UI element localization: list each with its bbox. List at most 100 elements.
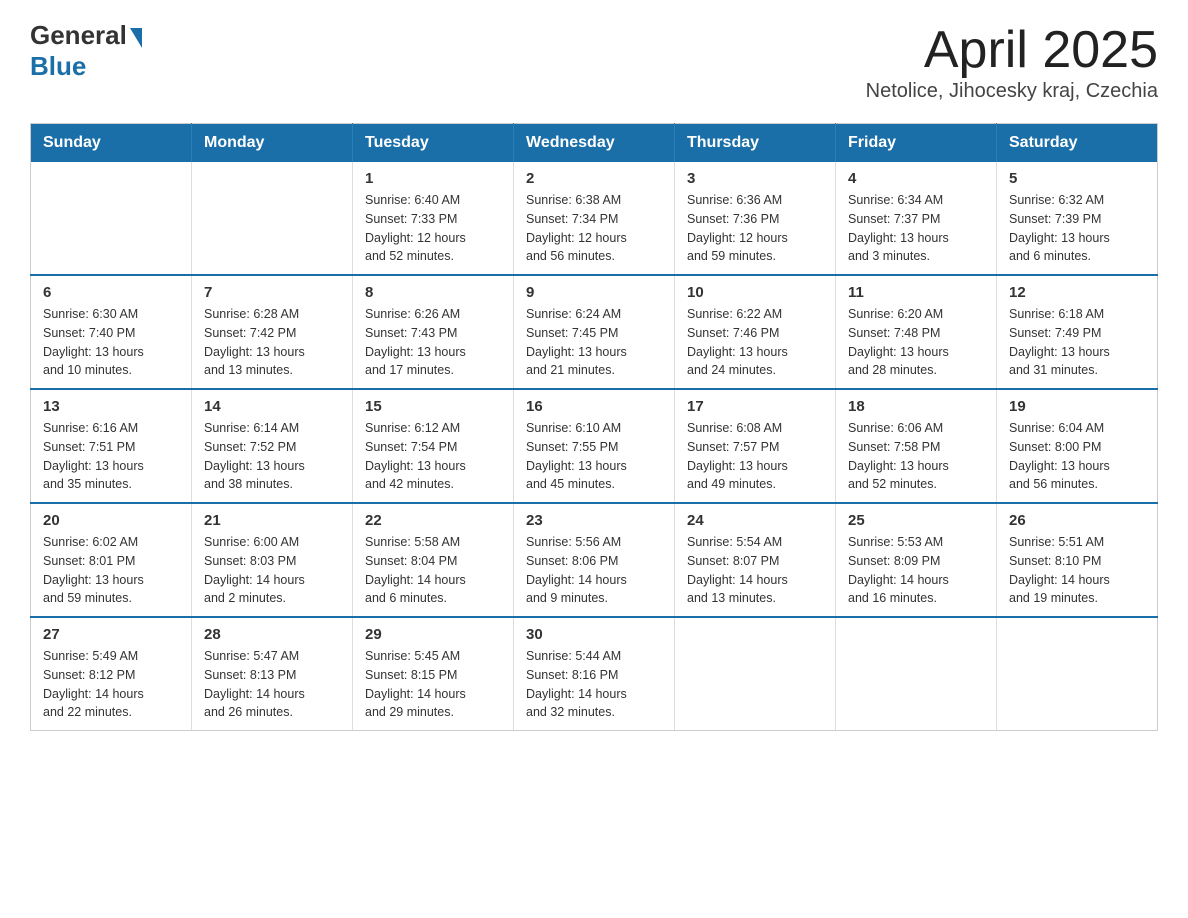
calendar-cell: 21Sunrise: 6:00 AMSunset: 8:03 PMDayligh…	[192, 503, 353, 617]
calendar-week-row: 13Sunrise: 6:16 AMSunset: 7:51 PMDayligh…	[31, 389, 1158, 503]
day-number: 26	[1009, 512, 1145, 529]
calendar-week-row: 27 Sunrise: 5:49 AMSunset: 8:12 PMDayligh…	[31, 617, 1158, 731]
day-number: 19	[1009, 398, 1145, 415]
calendar-cell	[192, 162, 353, 275]
weekday-header-saturday: Saturday	[997, 124, 1158, 163]
day-info: Sunrise: 6:18 AMSunset: 7:49 PMDaylight:…	[1009, 305, 1145, 380]
day-number: 8	[365, 284, 501, 301]
calendar-cell: 9 Sunrise: 6:24 AMSunset: 7:45 PMDaylight…	[514, 275, 675, 389]
day-info: Sunrise: 5:49 AMSunset: 8:12 PMDaylight:…	[43, 647, 179, 722]
day-info: Sunrise: 6:06 AMSunset: 7:58 PMDaylight:…	[848, 419, 984, 494]
day-info: Sunrise: 6:22 AMSunset: 7:46 PMDaylight:…	[687, 305, 823, 380]
day-number: 11	[848, 284, 984, 301]
location-subtitle: Netolice, Jihocesky kraj, Czechia	[866, 80, 1158, 103]
day-number: 22	[365, 512, 501, 529]
day-number: 27	[43, 626, 179, 643]
calendar-cell: 6Sunrise: 6:30 AMSunset: 7:40 PMDaylight…	[31, 275, 192, 389]
day-info: Sunrise: 6:30 AMSunset: 7:40 PMDaylight:…	[43, 305, 179, 380]
logo-general-text: General	[30, 20, 127, 51]
calendar-cell: 27 Sunrise: 5:49 AMSunset: 8:12 PMDayligh…	[31, 617, 192, 731]
calendar-table: SundayMondayTuesdayWednesdayThursdayFrid…	[30, 123, 1158, 731]
calendar-cell: 1 Sunrise: 6:40 AMSunset: 7:33 PMDaylight…	[353, 162, 514, 275]
day-number: 14	[204, 398, 340, 415]
calendar-cell	[675, 617, 836, 731]
day-number: 30	[526, 626, 662, 643]
day-info: Sunrise: 6:34 AMSunset: 7:37 PMDaylight:…	[848, 191, 984, 266]
day-info: Sunrise: 6:10 AMSunset: 7:55 PMDaylight:…	[526, 419, 662, 494]
weekday-header-row: SundayMondayTuesdayWednesdayThursdayFrid…	[31, 124, 1158, 163]
day-info: Sunrise: 5:56 AMSunset: 8:06 PMDaylight:…	[526, 533, 662, 608]
weekday-header-thursday: Thursday	[675, 124, 836, 163]
day-info: Sunrise: 6:40 AMSunset: 7:33 PMDaylight:…	[365, 191, 501, 266]
day-number: 2	[526, 170, 662, 187]
day-number: 16	[526, 398, 662, 415]
day-info: Sunrise: 5:51 AMSunset: 8:10 PMDaylight:…	[1009, 533, 1145, 608]
day-number: 20	[43, 512, 179, 529]
day-number: 23	[526, 512, 662, 529]
day-info: Sunrise: 6:28 AMSunset: 7:42 PMDaylight:…	[204, 305, 340, 380]
day-number: 1	[365, 170, 501, 187]
calendar-cell: 28 Sunrise: 5:47 AMSunset: 8:13 PMDayligh…	[192, 617, 353, 731]
calendar-cell: 4 Sunrise: 6:34 AMSunset: 7:37 PMDaylight…	[836, 162, 997, 275]
main-title: April 2025	[866, 20, 1158, 80]
logo-triangle-icon	[130, 28, 142, 48]
weekday-header-monday: Monday	[192, 124, 353, 163]
calendar-cell: 24 Sunrise: 5:54 AMSunset: 8:07 PMDayligh…	[675, 503, 836, 617]
day-number: 21	[204, 512, 340, 529]
page-header: General Blue April 2025 Netolice, Jihoce…	[30, 20, 1158, 103]
calendar-cell: 2 Sunrise: 6:38 AMSunset: 7:34 PMDaylight…	[514, 162, 675, 275]
day-info: Sunrise: 6:38 AMSunset: 7:34 PMDaylight:…	[526, 191, 662, 266]
calendar-cell: 14 Sunrise: 6:14 AMSunset: 7:52 PMDayligh…	[192, 389, 353, 503]
calendar-cell: 11Sunrise: 6:20 AMSunset: 7:48 PMDayligh…	[836, 275, 997, 389]
weekday-header-friday: Friday	[836, 124, 997, 163]
day-info: Sunrise: 5:45 AMSunset: 8:15 PMDaylight:…	[365, 647, 501, 722]
day-info: Sunrise: 6:32 AMSunset: 7:39 PMDaylight:…	[1009, 191, 1145, 266]
day-number: 25	[848, 512, 984, 529]
day-info: Sunrise: 6:26 AMSunset: 7:43 PMDaylight:…	[365, 305, 501, 380]
calendar-cell: 17 Sunrise: 6:08 AMSunset: 7:57 PMDayligh…	[675, 389, 836, 503]
weekday-header-sunday: Sunday	[31, 124, 192, 163]
calendar-cell: 19 Sunrise: 6:04 AMSunset: 8:00 PMDayligh…	[997, 389, 1158, 503]
calendar-cell: 25 Sunrise: 5:53 AMSunset: 8:09 PMDayligh…	[836, 503, 997, 617]
calendar-cell: 8 Sunrise: 6:26 AMSunset: 7:43 PMDaylight…	[353, 275, 514, 389]
calendar-week-row: 6Sunrise: 6:30 AMSunset: 7:40 PMDaylight…	[31, 275, 1158, 389]
day-info: Sunrise: 5:44 AMSunset: 8:16 PMDaylight:…	[526, 647, 662, 722]
day-info: Sunrise: 5:53 AMSunset: 8:09 PMDaylight:…	[848, 533, 984, 608]
calendar-cell: 15Sunrise: 6:12 AMSunset: 7:54 PMDayligh…	[353, 389, 514, 503]
day-number: 3	[687, 170, 823, 187]
day-info: Sunrise: 6:36 AMSunset: 7:36 PMDaylight:…	[687, 191, 823, 266]
day-number: 13	[43, 398, 179, 415]
calendar-cell	[997, 617, 1158, 731]
calendar-cell: 23 Sunrise: 5:56 AMSunset: 8:06 PMDayligh…	[514, 503, 675, 617]
day-number: 24	[687, 512, 823, 529]
day-number: 4	[848, 170, 984, 187]
calendar-cell: 29 Sunrise: 5:45 AMSunset: 8:15 PMDayligh…	[353, 617, 514, 731]
weekday-header-wednesday: Wednesday	[514, 124, 675, 163]
calendar-cell: 7 Sunrise: 6:28 AMSunset: 7:42 PMDaylight…	[192, 275, 353, 389]
logo: General Blue	[30, 20, 142, 82]
calendar-cell: 16 Sunrise: 6:10 AMSunset: 7:55 PMDayligh…	[514, 389, 675, 503]
title-section: April 2025 Netolice, Jihocesky kraj, Cze…	[866, 20, 1158, 103]
calendar-week-row: 20 Sunrise: 6:02 AMSunset: 8:01 PMDayligh…	[31, 503, 1158, 617]
calendar-cell: 26 Sunrise: 5:51 AMSunset: 8:10 PMDayligh…	[997, 503, 1158, 617]
day-info: Sunrise: 5:54 AMSunset: 8:07 PMDaylight:…	[687, 533, 823, 608]
day-info: Sunrise: 6:04 AMSunset: 8:00 PMDaylight:…	[1009, 419, 1145, 494]
day-info: Sunrise: 5:47 AMSunset: 8:13 PMDaylight:…	[204, 647, 340, 722]
day-number: 5	[1009, 170, 1145, 187]
day-info: Sunrise: 6:24 AMSunset: 7:45 PMDaylight:…	[526, 305, 662, 380]
day-number: 17	[687, 398, 823, 415]
calendar-cell	[836, 617, 997, 731]
calendar-cell	[31, 162, 192, 275]
day-info: Sunrise: 6:08 AMSunset: 7:57 PMDaylight:…	[687, 419, 823, 494]
day-number: 15	[365, 398, 501, 415]
day-number: 18	[848, 398, 984, 415]
calendar-cell: 3 Sunrise: 6:36 AMSunset: 7:36 PMDaylight…	[675, 162, 836, 275]
calendar-cell: 18 Sunrise: 6:06 AMSunset: 7:58 PMDayligh…	[836, 389, 997, 503]
day-info: Sunrise: 6:02 AMSunset: 8:01 PMDaylight:…	[43, 533, 179, 608]
day-number: 9	[526, 284, 662, 301]
calendar-week-row: 1 Sunrise: 6:40 AMSunset: 7:33 PMDaylight…	[31, 162, 1158, 275]
day-number: 7	[204, 284, 340, 301]
day-number: 29	[365, 626, 501, 643]
day-info: Sunrise: 6:14 AMSunset: 7:52 PMDaylight:…	[204, 419, 340, 494]
day-number: 28	[204, 626, 340, 643]
